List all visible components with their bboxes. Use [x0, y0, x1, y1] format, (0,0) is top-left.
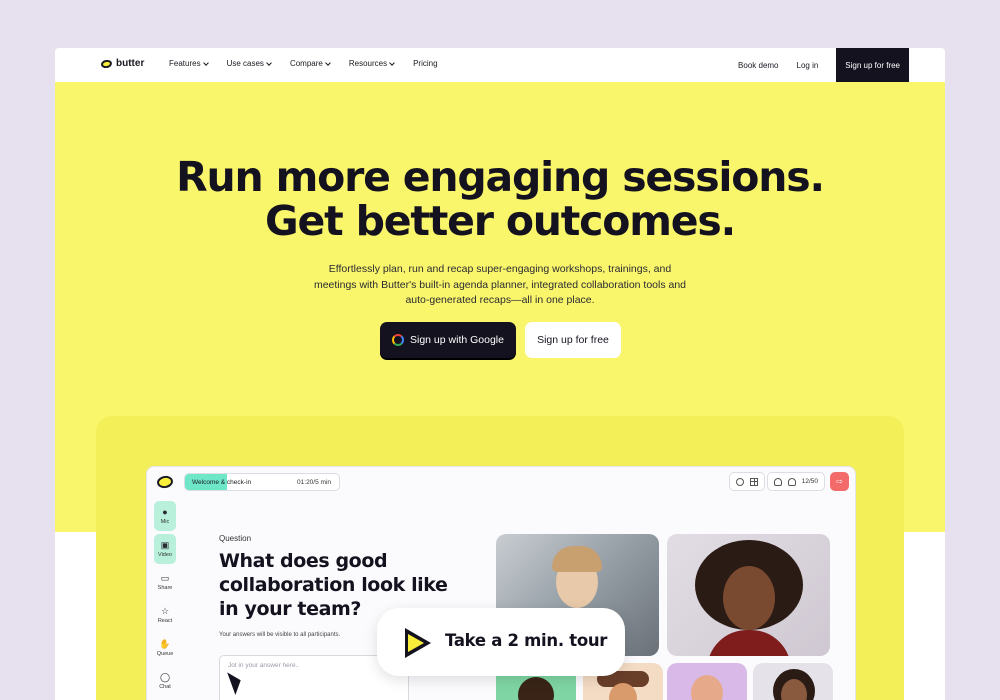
- chevron-down-icon: [266, 59, 272, 66]
- nav-item-pricing[interactable]: Pricing: [413, 59, 437, 68]
- tool-mic[interactable]: ● Mic: [154, 501, 176, 531]
- person-icon[interactable]: [773, 477, 782, 486]
- hand-icon: ✋: [159, 638, 171, 649]
- screen-share-icon: ▭: [160, 572, 170, 583]
- nav-item-use-cases[interactable]: Use cases: [227, 59, 272, 68]
- top-nav: butter Features Use cases Compare Resour…: [55, 48, 945, 82]
- take-tour-button[interactable]: Take a 2 min. tour: [377, 608, 625, 676]
- view-controls: [729, 472, 765, 491]
- book-demo-link[interactable]: Book demo: [738, 61, 778, 70]
- chevron-down-icon: [389, 59, 395, 66]
- session-toolbar: ● Mic ▣ Video ▭ Share ☆ React ✋ Queue ◯ Chat: [153, 501, 177, 699]
- exit-icon: ⇨: [836, 477, 843, 486]
- chevron-down-icon: [202, 59, 209, 66]
- signup-free-button[interactable]: Sign up for free: [525, 322, 621, 358]
- tool-chat[interactable]: ◯ Chat: [154, 666, 176, 696]
- answer-visibility-note: Your answers will be visible to all part…: [219, 632, 341, 638]
- question-label: Question: [219, 534, 252, 543]
- browser-frame: butter Features Use cases Compare Resour…: [55, 48, 945, 700]
- avatar-tile: [667, 663, 747, 700]
- participant-video: [667, 534, 830, 656]
- nav-item-resources[interactable]: Resources: [349, 59, 395, 68]
- group-icon: [787, 477, 796, 486]
- tool-queue[interactable]: ✋ Queue: [154, 633, 176, 663]
- nav-item-compare[interactable]: Compare: [290, 59, 331, 68]
- avatar: [518, 677, 554, 700]
- chat-icon: ◯: [159, 671, 171, 682]
- tool-video[interactable]: ▣ Video: [154, 534, 176, 564]
- chevron-down-icon: [325, 59, 331, 66]
- take-tour-label: Take a 2 min. tour: [445, 631, 608, 650]
- signup-button[interactable]: Sign up for free: [836, 48, 909, 82]
- signup-google-button[interactable]: Sign up with Google: [380, 322, 516, 358]
- hero-subtext: Effortlessly plan, run and recap super-e…: [313, 263, 687, 306]
- nav-actions: Book demo Log in Sign up for free: [738, 48, 909, 82]
- answer-placeholder: Jot in your answer here..: [228, 662, 300, 669]
- leave-session-button[interactable]: ⇨: [830, 472, 849, 491]
- brand-name: butter: [116, 58, 145, 69]
- agenda-progress[interactable]: Welcome & check-in 01:20/5 min: [184, 473, 340, 491]
- grid-view-icon[interactable]: [750, 477, 758, 486]
- google-icon: [392, 334, 404, 346]
- participant-video: [753, 663, 833, 700]
- play-icon-inner: [408, 634, 424, 652]
- nav-menu: Features Use cases Compare Resources Pri…: [169, 59, 457, 68]
- participants-controls: 12/50: [766, 472, 825, 491]
- settings-icon[interactable]: [736, 477, 744, 486]
- tool-share[interactable]: ▭ Share: [154, 567, 176, 597]
- butter-logo-icon: [100, 58, 113, 69]
- video-icon: ▣: [160, 539, 170, 550]
- participant-shirt: [707, 630, 791, 656]
- brand-logo[interactable]: butter: [100, 58, 145, 69]
- react-icon: ☆: [160, 605, 170, 616]
- butter-logo-icon: [156, 474, 174, 490]
- mic-icon: ●: [162, 506, 168, 517]
- nav-item-features[interactable]: Features: [169, 59, 209, 68]
- hero-headline: Run more engaging sessions. Get better o…: [176, 153, 825, 245]
- avatar: [691, 675, 723, 700]
- login-link[interactable]: Log in: [797, 61, 819, 70]
- participant-face: [723, 566, 775, 630]
- session-timer: 01:20/5 min: [297, 479, 331, 486]
- participant-count: 12/50: [801, 478, 818, 485]
- participant-hair: [552, 546, 602, 572]
- tool-react[interactable]: ☆ React: [154, 600, 176, 630]
